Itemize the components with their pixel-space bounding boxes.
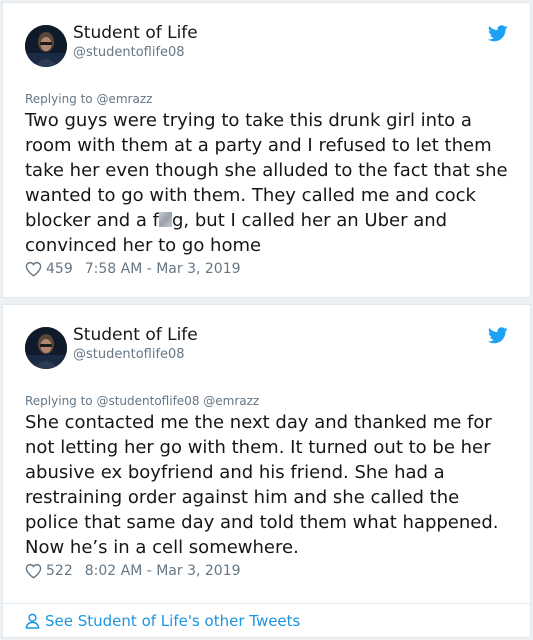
heart-icon[interactable] — [25, 563, 42, 579]
timestamp[interactable]: 7:58 AM - Mar 3, 2019 — [85, 261, 241, 277]
other-tweets-label[interactable]: See Student of Life's other Tweets — [45, 612, 300, 630]
person-icon — [25, 613, 40, 629]
tweet-card-1: Student of Life @studentoflife08 Replyin… — [2, 2, 531, 298]
user-handle[interactable]: @studentoflife08 — [73, 45, 185, 60]
like-count[interactable]: 459 — [46, 261, 73, 277]
user-name[interactable]: Student of Life — [73, 23, 198, 43]
twitter-bird-icon[interactable] — [488, 25, 508, 42]
censor-blur — [159, 212, 172, 227]
other-tweets-link[interactable]: See Student of Life's other Tweets — [3, 603, 530, 637]
avatar[interactable] — [25, 25, 67, 67]
replying-to[interactable]: Replying to @studentoflife08 @emrazz — [25, 394, 259, 408]
tweet-meta: 522 8:02 AM - Mar 3, 2019 — [25, 563, 241, 579]
user-handle[interactable]: @studentoflife08 — [73, 347, 185, 362]
twitter-bird-icon[interactable] — [488, 327, 508, 344]
tweet-text: She contacted me the next day and thanke… — [25, 412, 499, 558]
avatar[interactable] — [25, 327, 67, 369]
tweet-meta: 459 7:58 AM - Mar 3, 2019 — [25, 261, 241, 277]
like-count[interactable]: 522 — [46, 563, 73, 579]
user-name[interactable]: Student of Life — [73, 325, 198, 345]
replying-to[interactable]: Replying to @emrazz — [25, 92, 152, 106]
heart-icon[interactable] — [25, 261, 42, 277]
tweet-text: Two guys were trying to take this drunk … — [25, 108, 517, 258]
tweet-card-2: Student of Life @studentoflife08 Replyin… — [2, 304, 531, 638]
timestamp[interactable]: 8:02 AM - Mar 3, 2019 — [85, 563, 241, 579]
